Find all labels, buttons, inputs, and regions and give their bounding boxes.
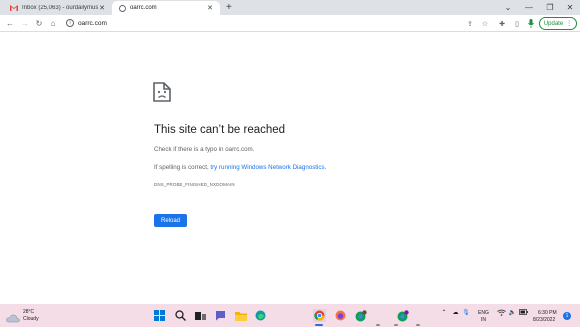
reload-icon[interactable]: ↻ <box>33 17 45 29</box>
address-bar[interactable]: i oarrc.com <box>62 17 532 30</box>
cloud-sync-icon[interactable]: ☁ <box>451 309 460 316</box>
diagnostics-suffix: . <box>324 164 327 171</box>
volume-icon[interactable]: 🔈 <box>508 309 517 316</box>
minimize-icon[interactable]: — <box>519 0 539 15</box>
tab-gmail-inbox[interactable]: Inbox (25,063) - ourdailymusing ✕ <box>4 1 112 15</box>
cloud-icon[interactable] <box>6 310 20 323</box>
tab-title: oarrc.com <box>130 5 157 11</box>
clock-date[interactable]: 8/23/2022 <box>533 317 555 323</box>
tab-title: Inbox (25,063) - ourdailymusing <box>22 5 98 11</box>
reload-button[interactable]: Reload <box>154 214 187 227</box>
weather-condition[interactable]: Cloudy <box>23 316 39 322</box>
info-icon[interactable]: i <box>66 19 74 27</box>
diagnostics-prefix: If spelling is correct, <box>154 164 211 171</box>
error-code: DNS_PROBE_FINISHED_NXDOMAIN <box>154 182 235 187</box>
chrome-icon[interactable] <box>313 309 326 322</box>
back-icon[interactable]: ← <box>4 17 16 29</box>
share-icon[interactable]: ⇪ <box>465 18 475 29</box>
chevron-down-icon[interactable]: ⌄ <box>498 0 518 15</box>
close-icon[interactable]: ✕ <box>560 0 580 15</box>
chrome-profile-icon[interactable] <box>396 309 409 322</box>
star-icon[interactable]: ☆ <box>480 18 490 29</box>
chevron-up-icon[interactable]: ⌃ <box>440 309 448 316</box>
tab-oarrc[interactable]: oarrc.com ✕ <box>112 1 220 15</box>
battery-icon[interactable] <box>519 309 528 315</box>
diagnostics-link[interactable]: try running Windows Network Diagnostics <box>210 164 324 171</box>
url-text[interactable]: oarrc.com <box>78 18 107 29</box>
clock-time[interactable]: 6:30 PM <box>538 310 557 316</box>
gmail-icon <box>10 5 18 12</box>
microphone-icon[interactable]: 🎙 <box>462 309 470 316</box>
weather-temperature[interactable]: 28°C <box>23 309 34 315</box>
wifi-icon[interactable] <box>497 309 506 316</box>
windows-taskbar: 28°C Cloudy ⌃ ☁ 🎙 ENG IN 🔈 6:30 PM 8/23/… <box>0 304 580 327</box>
sidebar-icon[interactable]: ▯ <box>512 18 522 29</box>
extensions-icon[interactable]: ✚ <box>497 18 507 29</box>
error-suggestion-typo: Check if there is a typo in oarrc.com. <box>154 146 255 153</box>
sad-page-icon <box>153 82 171 102</box>
language-region[interactable]: IN <box>481 317 486 323</box>
error-title: This site can’t be reached <box>154 124 286 136</box>
running-app-indicator <box>416 324 420 326</box>
home-icon[interactable]: ⌂ <box>47 17 59 29</box>
running-app-indicator <box>376 324 380 326</box>
plus-icon[interactable]: + <box>226 1 232 14</box>
more-vert-icon: ⋮ <box>566 21 573 27</box>
microphone-icon[interactable] <box>526 18 536 29</box>
task-view-icon[interactable] <box>194 309 207 322</box>
update-button[interactable]: Update ⋮ <box>539 17 577 30</box>
page-icon <box>118 4 126 12</box>
active-app-indicator <box>315 324 323 326</box>
tab-strip: Inbox (25,063) - ourdailymusing ✕ oarrc.… <box>0 0 580 15</box>
notification-badge[interactable]: 1 <box>563 312 571 320</box>
update-label: Update <box>543 20 564 27</box>
search-icon[interactable] <box>174 309 187 322</box>
running-app-indicator <box>394 324 398 326</box>
windows-start-icon[interactable] <box>153 309 166 322</box>
language-code[interactable]: ENG <box>478 310 489 316</box>
forward-icon[interactable]: → <box>19 17 31 29</box>
error-suggestion-diagnostics: If spelling is correct, try running Wind… <box>154 164 326 171</box>
chrome-profile-icon[interactable] <box>354 309 367 322</box>
restore-icon[interactable]: ❐ <box>540 0 560 15</box>
file-explorer-icon[interactable] <box>234 309 247 322</box>
edge-icon[interactable] <box>254 309 267 322</box>
close-icon[interactable]: ✕ <box>206 4 214 12</box>
chat-icon[interactable] <box>214 309 227 322</box>
browser-toolbar: ← → ↻ ⌂ i oarrc.com ⇪ ☆ ✚ ▯ Update ⋮ <box>0 15 580 32</box>
firefox-icon[interactable] <box>334 309 347 322</box>
close-icon[interactable]: ✕ <box>98 4 106 12</box>
